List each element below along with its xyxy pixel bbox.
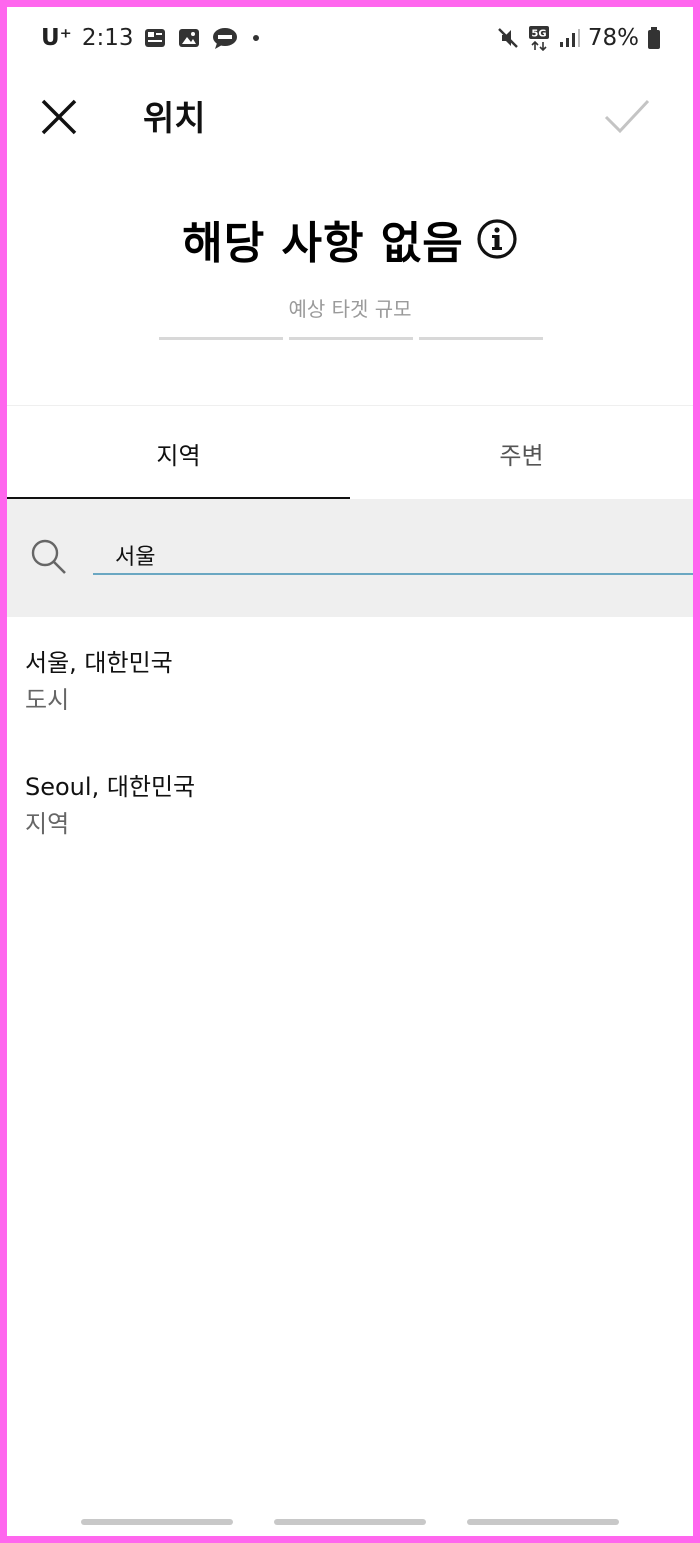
meter-segment (159, 337, 283, 340)
signal-icon (558, 27, 580, 49)
tab-region[interactable]: 지역 (7, 407, 350, 499)
nav-home-button[interactable] (274, 1519, 426, 1525)
system-nav-bar (7, 1515, 693, 1529)
app-screen: U⁺ 2:13 5G 78% 위치 해당 사항 없음 예상 타겟 규모 지역 주… (7, 7, 693, 1536)
talk-icon (211, 26, 239, 50)
close-button[interactable] (35, 93, 83, 141)
search-bar (7, 499, 693, 617)
battery-percent: 78% (587, 25, 639, 51)
result-name: Seoul, 대한민국 (25, 773, 196, 801)
tab-nearby[interactable]: 주변 (350, 407, 693, 499)
list-item[interactable]: Seoul, 대한민국 지역 (7, 761, 693, 885)
newspaper-icon (143, 26, 167, 50)
notification-dot (253, 35, 260, 41)
app-bar: 위치 (7, 75, 693, 165)
list-item[interactable]: 서울, 대한민국 도시 (7, 637, 693, 761)
status-time: 2:13 (81, 25, 134, 51)
audience-size-value: 해당 사항 없음 (182, 218, 464, 269)
nav-recent-button[interactable] (81, 1519, 233, 1525)
mute-icon (496, 26, 520, 50)
close-icon (41, 99, 77, 135)
5g-icon: 5G (528, 25, 550, 51)
audience-estimate: 해당 사항 없음 예상 타겟 규모 (7, 207, 693, 340)
nav-back-button[interactable] (467, 1519, 619, 1525)
result-type: 지역 (25, 810, 70, 838)
carrier-label: U⁺ (41, 25, 72, 51)
search-results: 서울, 대한민국 도시 Seoul, 대한민국 지역 (7, 637, 693, 885)
svg-text:5G: 5G (531, 29, 546, 40)
battery-icon (647, 26, 661, 50)
check-icon (604, 99, 650, 134)
gallery-icon (177, 26, 201, 50)
search-icon (31, 539, 66, 574)
result-name: 서울, 대한민국 (25, 649, 173, 677)
result-type: 도시 (25, 686, 70, 714)
tab-label: 주변 (499, 441, 544, 470)
info-icon[interactable] (476, 218, 518, 260)
search-input[interactable] (93, 537, 693, 575)
status-bar: U⁺ 2:13 5G 78% (7, 7, 693, 69)
location-tabs: 지역 주변 (7, 407, 693, 499)
meter-segment (419, 337, 543, 340)
tab-label: 지역 (156, 441, 201, 470)
audience-meter (159, 337, 543, 340)
audience-size-label: 예상 타겟 규모 (288, 297, 412, 321)
page-title: 위치 (143, 99, 206, 139)
section-divider (7, 405, 693, 406)
confirm-button[interactable] (601, 93, 653, 141)
meter-segment (289, 337, 413, 340)
